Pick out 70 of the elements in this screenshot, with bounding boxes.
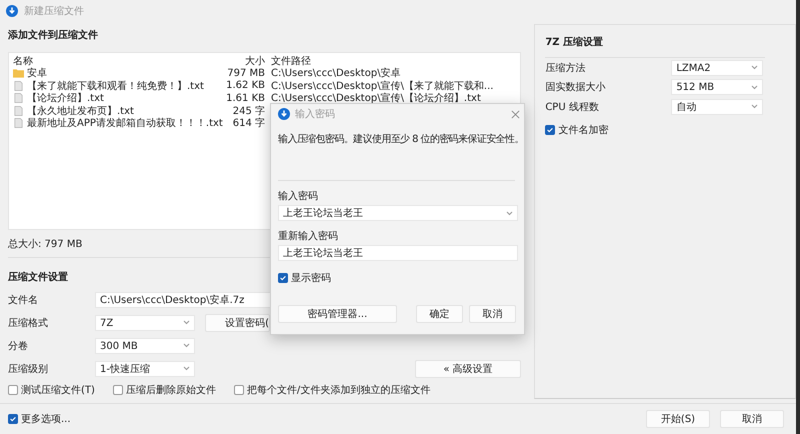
checkbox-label: 压缩后删除原始文件: [126, 384, 216, 397]
folder-icon: [13, 68, 24, 78]
dropdown[interactable]: LZMA2: [671, 60, 764, 76]
chevron-down-icon: [751, 65, 758, 70]
dropdown[interactable]: 7Z: [95, 314, 195, 330]
file-size: 797 MB: [226, 68, 265, 79]
checkbox[interactable]: [8, 414, 18, 424]
start-button[interactable]: 开始(S): [646, 410, 710, 428]
close-icon[interactable]: [511, 110, 520, 118]
file-name[interactable]: 【论坛介绍】.txt: [27, 91, 104, 106]
advanced-settings-button[interactable]: « 高级设置: [415, 360, 521, 378]
column-header[interactable]: 名称: [9, 54, 223, 68]
field-label: 输入密码: [278, 190, 319, 203]
password-field[interactable]: 上老王论坛当老王: [278, 205, 518, 221]
file-path: C:\Users\ccc\Desktop\宣传\【来了就能下载和...: [270, 80, 494, 92]
file-size: 1.61 KB: [225, 92, 265, 104]
chevron-down-icon: [183, 343, 190, 348]
set-password-button[interactable]: 设置密码(: [205, 314, 270, 332]
chevron-down-icon: [506, 210, 513, 216]
file-name[interactable]: 【永久地址发布页】.txt: [27, 104, 134, 118]
file-name[interactable]: 最新地址及APP请发邮箱自动获取！！！.txt: [27, 116, 223, 130]
section-heading: 7Z 压缩设置: [545, 35, 765, 58]
dropdown[interactable]: 300 MB: [95, 338, 195, 354]
column-header[interactable]: 大小: [223, 54, 265, 68]
checkbox[interactable]: [278, 273, 288, 283]
column-header[interactable]: 文件路径: [265, 54, 311, 68]
file-name[interactable]: 安卓: [27, 66, 47, 80]
field-label: 压缩级别: [8, 362, 49, 376]
field-label: 文件名: [8, 294, 39, 306]
section-heading: 添加文件到压缩文件: [8, 28, 99, 43]
checkbox[interactable]: [8, 385, 18, 395]
file-path: C:\Users\ccc\Desktop\宣传\【论坛介绍】.txt: [270, 92, 481, 106]
chevron-down-icon: [183, 320, 190, 325]
file-size: 1.62 KB: [225, 80, 265, 92]
field-label: 分卷: [8, 340, 29, 352]
chevron-down-icon: [751, 104, 758, 110]
field-label: 压缩方法: [545, 62, 586, 75]
file-size: 614 字: [232, 116, 265, 130]
field-label: 重新输入密码: [278, 230, 339, 243]
checkbox-label: 文件名加密: [558, 124, 608, 136]
checkbox[interactable]: [234, 385, 244, 395]
checkbox-label: 显示密码: [291, 272, 331, 285]
dialog-message: 输入压缩包密码。建议使用至少 8 位的密码来保证安全性。: [278, 132, 524, 146]
cancel-button[interactable]: 取消: [469, 305, 516, 323]
ok-button[interactable]: 确定: [416, 305, 463, 323]
file-size: 245 字: [232, 104, 265, 118]
total-size: 总大小: 797 MB: [8, 238, 82, 252]
cancel-button[interactable]: 取消: [720, 410, 784, 428]
checkbox-label: 把每个文件/文件夹添加到独立的压缩文件: [246, 384, 430, 397]
field-label: 压缩格式: [8, 316, 49, 330]
section-heading: 压缩文件设置: [8, 270, 68, 284]
dropdown[interactable]: 自动: [671, 98, 764, 115]
checkbox-label: 测试压缩文件(T): [21, 384, 95, 397]
dialog-title: 输入密码: [295, 108, 335, 121]
dropdown[interactable]: 512 MB: [671, 79, 764, 96]
confirm-password-field[interactable]: 上老王论坛当老王: [278, 245, 518, 261]
checkbox[interactable]: [545, 124, 556, 134]
app-icon: [278, 108, 290, 120]
file-path: C:\Users\ccc\Desktop\安卓: [270, 66, 401, 80]
field-label: 固实数据大小: [545, 80, 606, 94]
file-name[interactable]: 【来了就能下载和观看！纯免费！】.txt: [27, 78, 204, 93]
app-icon: [6, 5, 18, 17]
dropdown[interactable]: 1-快速压缩: [95, 360, 195, 376]
window-title: 新建压缩文件: [24, 4, 84, 18]
checkbox[interactable]: [112, 385, 123, 395]
chevron-down-icon: [183, 366, 190, 371]
field-label: CPU 线程数: [545, 100, 600, 114]
chevron-down-icon: [751, 84, 758, 90]
password-manager-button[interactable]: 密码管理器...: [278, 305, 397, 323]
checkbox-label: 更多选项...: [21, 412, 71, 426]
